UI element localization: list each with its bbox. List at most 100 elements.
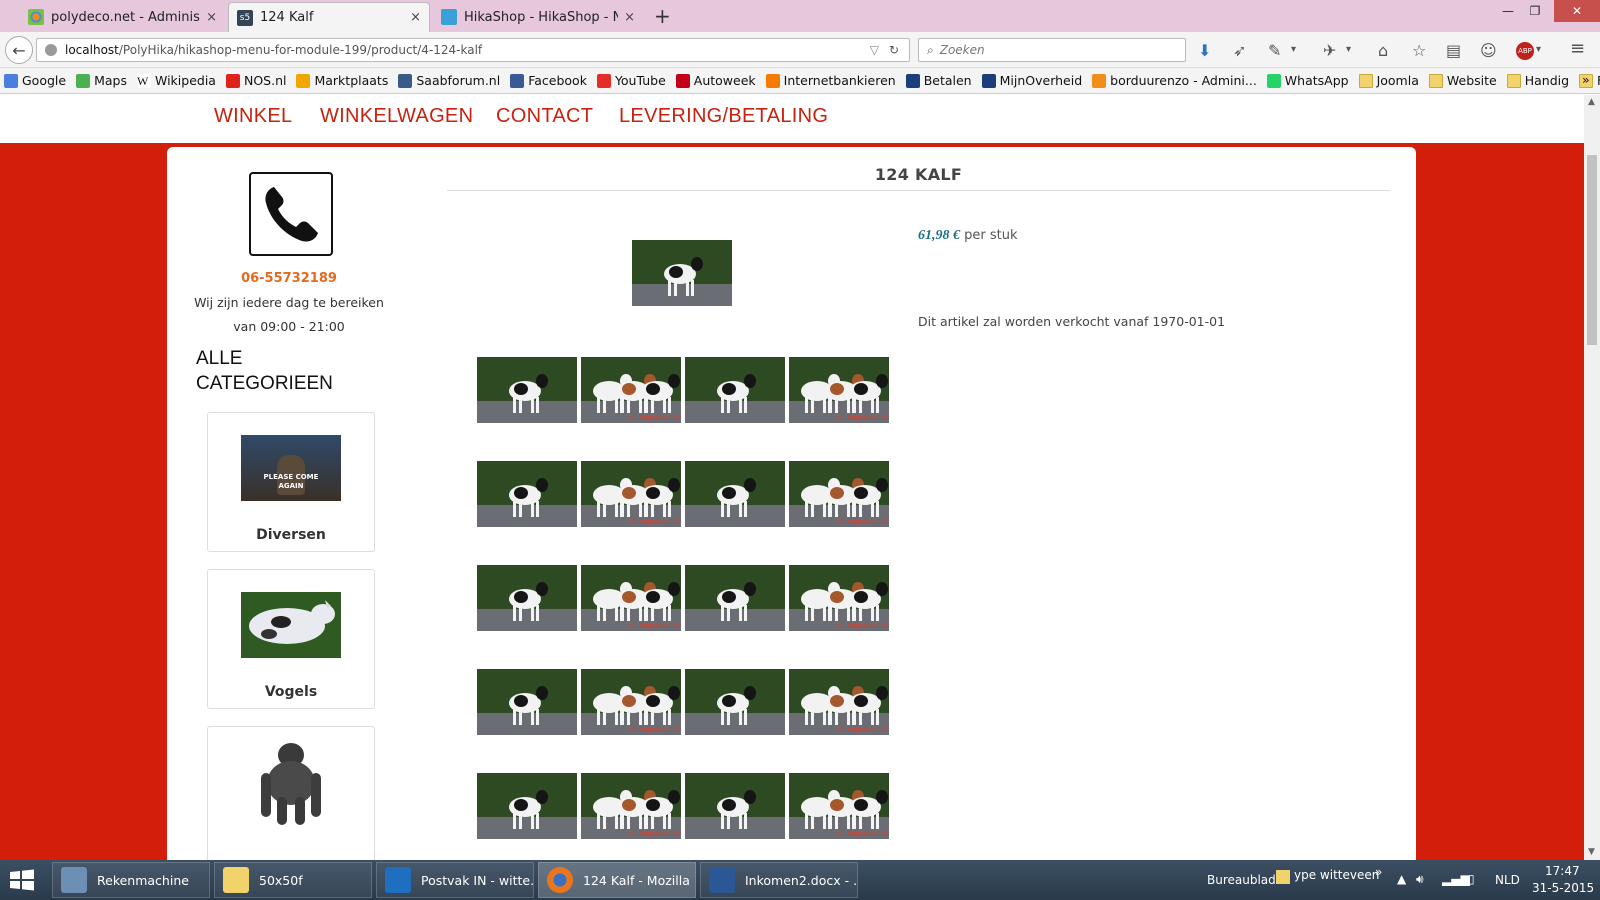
category-vogels[interactable]: Vogels [207, 569, 375, 709]
category-image[interactable] [241, 735, 341, 831]
start-button[interactable] [8, 868, 36, 892]
restore-button[interactable]: ❐ [1522, 0, 1548, 22]
dropdown-icon[interactable]: ▽ [870, 43, 879, 57]
product-thumbnail[interactable]: © polydeco.nl [581, 461, 681, 527]
product-thumbnail[interactable] [685, 357, 785, 423]
chevron-down-icon[interactable]: ▾ [1536, 44, 1541, 55]
bookmark-item[interactable]: Website [1428, 73, 1497, 88]
bookmark-item[interactable]: W Wikipedia [137, 73, 216, 88]
desktop-toolbar-label[interactable]: Bureaublad [1207, 873, 1276, 887]
bookmark-item[interactable]: borduurenzo - Admini... [1092, 73, 1257, 88]
page-scrollbar[interactable]: ▲ ▼ [1584, 95, 1600, 860]
product-thumbnail[interactable]: © polydeco.nl [581, 565, 681, 631]
chevron-down-icon[interactable]: ▾ [1346, 44, 1351, 55]
bookmark-item[interactable]: YouTube [596, 73, 666, 88]
product-thumbnail[interactable] [477, 357, 577, 423]
product-thumbnail[interactable] [685, 669, 785, 735]
bookmark-item[interactable]: NOS.nl [225, 73, 286, 88]
tab-hikashop[interactable]: HikaShop - HikaShop - Ne... × [433, 2, 643, 32]
minimize-button[interactable]: — [1494, 0, 1522, 22]
user-toolbar-label[interactable]: ype witteveen [1294, 868, 1379, 882]
product-thumbnail[interactable] [685, 773, 785, 839]
product-thumbnail[interactable]: © polydeco.nl [581, 669, 681, 735]
bookmark-item[interactable]: Facebook [510, 73, 587, 88]
url-bar[interactable]: localhost/PolyHika/hikashop-menu-for-mod… [36, 38, 910, 62]
close-icon[interactable]: × [410, 10, 421, 25]
new-tab-button[interactable]: + [654, 4, 671, 28]
tab-polydeco-admin[interactable]: polydeco.net - Administrat... × [20, 2, 225, 32]
category-name[interactable]: Diversen [208, 527, 374, 543]
bookmark-item[interactable]: Autoweek [675, 73, 756, 88]
product-thumbnail[interactable] [477, 669, 577, 735]
product-thumbnail[interactable]: © polydeco.nl [789, 357, 889, 423]
chat-icon[interactable]: ☺ [1480, 41, 1497, 60]
back-button[interactable]: ← [5, 36, 33, 64]
product-thumbnail[interactable]: © polydeco.nl [789, 773, 889, 839]
bird-addon-icon[interactable]: ✈ [1323, 41, 1336, 60]
taskbar-outlook[interactable]: Postvak IN - witte... [376, 862, 534, 898]
taskbar-folder-50x50f[interactable]: 50x50f [214, 862, 372, 898]
reload-icon[interactable]: ↻ [889, 43, 899, 57]
network-icon[interactable]: ▂▄▆ [1442, 872, 1470, 886]
menu-contact[interactable]: CONTACT [496, 105, 593, 128]
menu-winkel[interactable]: WINKEL [214, 105, 292, 128]
category-name[interactable]: Vogels [208, 684, 374, 700]
category-image[interactable]: PLEASE COME AGAIN [241, 435, 341, 501]
close-icon[interactable]: × [206, 10, 217, 25]
send-icon[interactable]: ➶ [1233, 41, 1246, 60]
product-thumbnail[interactable]: © polydeco.nl [581, 357, 681, 423]
toolbar-overflow-icon[interactable]: » [1375, 865, 1382, 879]
tray-expand-icon[interactable]: ▲ [1397, 872, 1406, 886]
category-image[interactable] [241, 592, 341, 658]
bookmark-item[interactable]: Google [4, 73, 66, 88]
product-thumbnail[interactable] [477, 565, 577, 631]
reading-list-icon[interactable]: ▤ [1446, 41, 1461, 60]
tab-124-kalf[interactable]: s5 124 Kalf × [228, 2, 430, 32]
volume-icon[interactable]: 🔊︎ [1416, 872, 1424, 887]
phone-number[interactable]: 06-55732189 [167, 271, 411, 286]
product-main-image[interactable] [632, 240, 732, 306]
bookmark-item[interactable]: Handig [1506, 73, 1569, 88]
taskbar-word[interactable]: Inkomen2.docx - ... [700, 862, 858, 898]
bookmark-item[interactable]: Maps [76, 73, 127, 88]
scrollbar-thumb[interactable] [1587, 155, 1597, 345]
bookmark-item[interactable]: WhatsApp [1266, 73, 1349, 88]
menu-levering-betaling[interactable]: LEVERING/BETALING [619, 105, 828, 128]
bookmarks-overflow-button[interactable]: » [1582, 72, 1590, 87]
product-thumbnail[interactable]: © polydeco.nl [581, 773, 681, 839]
power-icon[interactable]: ▯ [1468, 872, 1475, 886]
language-indicator[interactable]: NLD [1495, 873, 1520, 887]
product-thumbnail[interactable] [477, 461, 577, 527]
home-icon[interactable]: ⌂ [1378, 41, 1388, 60]
taskbar-rekenmachine[interactable]: Rekenmachine [52, 862, 210, 898]
adblock-icon[interactable]: ABP [1516, 42, 1534, 60]
window-close-button[interactable]: ✕ [1554, 0, 1600, 22]
bookmark-item[interactable]: Betalen [905, 73, 972, 88]
product-thumbnail[interactable] [685, 565, 785, 631]
bookmark-item[interactable]: MijnOverheid [981, 73, 1082, 88]
product-thumbnail[interactable]: © polydeco.nl [789, 565, 889, 631]
product-thumbnail[interactable] [685, 461, 785, 527]
download-icon[interactable]: ⬇ [1198, 41, 1211, 60]
bookmark-item[interactable]: Joomla [1358, 73, 1419, 88]
bookmark-star-icon[interactable]: ☆ [1412, 41, 1426, 60]
clock-date[interactable]: 31-5-2015 [1532, 881, 1594, 895]
menu-icon[interactable]: ≡ [1570, 38, 1585, 59]
menu-winkelwagen[interactable]: WINKELWAGEN [320, 105, 473, 128]
category-gorilla[interactable] [207, 726, 375, 860]
clock-time[interactable]: 17:47 [1545, 864, 1580, 878]
bookmark-item[interactable]: Internetbankieren [765, 73, 896, 88]
close-icon[interactable]: × [624, 10, 635, 25]
scroll-up-icon[interactable]: ▲ [1588, 97, 1595, 107]
product-thumbnail[interactable]: © polydeco.nl [789, 461, 889, 527]
scroll-down-icon[interactable]: ▼ [1588, 847, 1595, 857]
product-thumbnail[interactable] [477, 773, 577, 839]
eyedropper-icon[interactable]: ✎ [1268, 41, 1281, 60]
category-diversen[interactable]: PLEASE COME AGAIN Diversen [207, 412, 375, 552]
search-input[interactable]: ⌕ Zoeken [918, 38, 1186, 62]
taskbar-firefox[interactable]: 124 Kalf - Mozilla ... [538, 862, 696, 898]
product-thumbnail[interactable]: © polydeco.nl [789, 669, 889, 735]
bookmark-item[interactable]: Saabforum.nl [398, 73, 500, 88]
chevron-down-icon[interactable]: ▾ [1291, 44, 1296, 55]
bookmark-item[interactable]: Marktplaats [296, 73, 388, 88]
